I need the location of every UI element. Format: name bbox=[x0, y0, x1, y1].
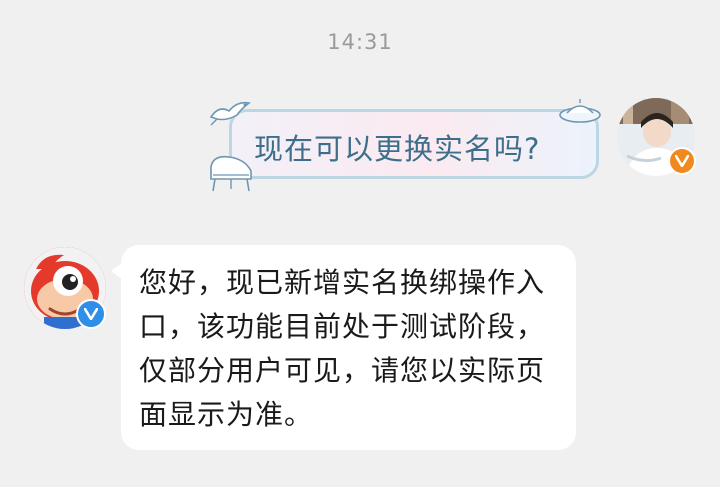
outgoing-bubble[interactable]: 现在可以更换实名吗? bbox=[229, 109, 599, 179]
incoming-message-text: 您好，现已新增实名换绑操作入口，该功能目前处于测试阶段，仅部分用户可见，请您以实… bbox=[139, 266, 546, 431]
piano-decoration-icon bbox=[210, 155, 252, 192]
bird-decoration-icon bbox=[209, 101, 251, 126]
incoming-message[interactable]: 您好，现已新增实名换绑操作入口，该功能目前处于测试阶段，仅部分用户可见，请您以实… bbox=[121, 245, 576, 450]
outgoing-message[interactable]: 现在可以更换实名吗? bbox=[205, 95, 605, 195]
verified-v-badge-icon bbox=[76, 299, 106, 329]
outgoing-message-text: 现在可以更换实名吗? bbox=[254, 132, 541, 166]
hat-decoration-icon bbox=[559, 99, 601, 123]
message-timestamp: 14:31 bbox=[327, 30, 393, 54]
vip-v-badge-icon bbox=[668, 147, 696, 175]
